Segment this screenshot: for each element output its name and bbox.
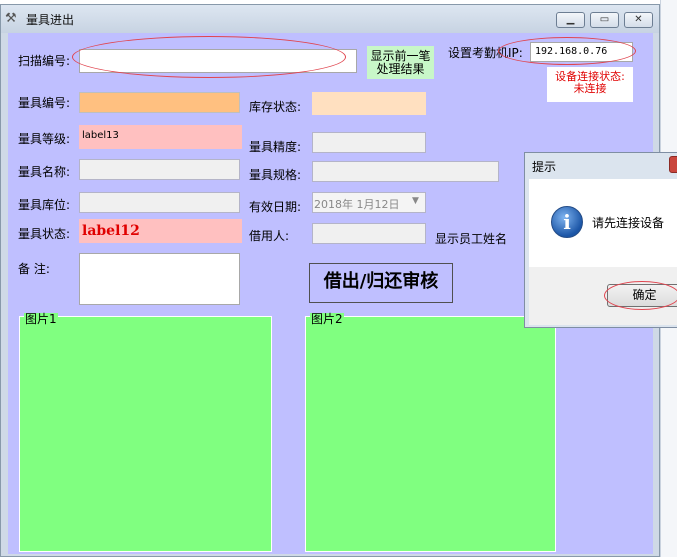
location-label: 量具库位: — [18, 198, 71, 212]
info-icon: i — [551, 206, 583, 238]
spec-field[interactable] — [312, 161, 499, 182]
show-previous-result-button[interactable]: 显示前一笔 处理结果 — [367, 46, 434, 79]
picture2-title: 图片2 — [310, 312, 344, 326]
close-button[interactable]: ✕ — [624, 12, 653, 28]
precision-field[interactable] — [312, 132, 426, 153]
chevron-down-icon[interactable]: ▼ — [412, 196, 419, 206]
gauge-no-label: 量具编号: — [18, 96, 71, 110]
show-previous-line2: 处理结果 — [376, 62, 425, 76]
scan-label: 扫描编号: — [18, 54, 71, 68]
borrower-field[interactable] — [312, 223, 426, 244]
title-bar: ⚒ 量具进出 ▁ ▭ ✕ — [1, 5, 659, 33]
precision-label: 量具精度: — [249, 140, 302, 154]
gauge-no-field[interactable] — [79, 92, 240, 113]
connection-status-panel: 设备连接状态: 未连接 — [547, 67, 633, 102]
level-label: 量具等级: — [18, 132, 71, 146]
stock-status-value — [312, 92, 426, 115]
device-ip-label: 设置考勤机IP: — [448, 46, 523, 60]
picture1-title: 图片1 — [24, 312, 58, 326]
stock-status-label: 库存状态: — [249, 100, 302, 114]
dialog-close-button[interactable] — [669, 156, 677, 173]
connection-status-value: 未连接 — [573, 82, 607, 95]
expiry-date-picker[interactable]: 2018年 1月12日 ▼ — [312, 192, 426, 213]
scan-input[interactable] — [79, 49, 357, 73]
dialog-message: 请先连接设备 — [592, 216, 665, 230]
name-label: 量具名称: — [18, 165, 71, 179]
remark-textarea[interactable] — [79, 253, 240, 305]
state-label: 量具状态: — [18, 227, 71, 241]
borrower-label: 借用人: — [249, 229, 290, 243]
spec-label: 量具规格: — [249, 168, 302, 182]
state-value: label12 — [79, 219, 242, 243]
employee-name-label: 显示员工姓名 — [435, 232, 508, 246]
device-ip-input[interactable]: 192.168.0.76 — [530, 42, 633, 62]
dialog-ok-button[interactable]: 确定 — [607, 284, 677, 307]
location-field[interactable] — [79, 192, 240, 213]
dialog-title: 提示 — [532, 160, 557, 174]
window-title: 量具进出 — [26, 13, 75, 27]
level-value: label13 — [79, 125, 242, 149]
picture2-group: 图片2 — [305, 312, 556, 552]
expiry-date-text: 2018年 1月12日 — [314, 198, 400, 211]
app-tools-icon: ⚒ — [5, 11, 17, 26]
name-field[interactable] — [79, 159, 240, 180]
remark-label: 备 注: — [18, 262, 50, 276]
minimize-button[interactable]: ▁ — [556, 12, 585, 28]
picture1-group: 图片1 — [19, 312, 272, 552]
borrow-return-audit-button[interactable]: 借出/归还审核 — [309, 263, 453, 303]
expiry-label: 有效日期: — [249, 200, 302, 214]
maximize-button[interactable]: ▭ — [590, 12, 619, 28]
